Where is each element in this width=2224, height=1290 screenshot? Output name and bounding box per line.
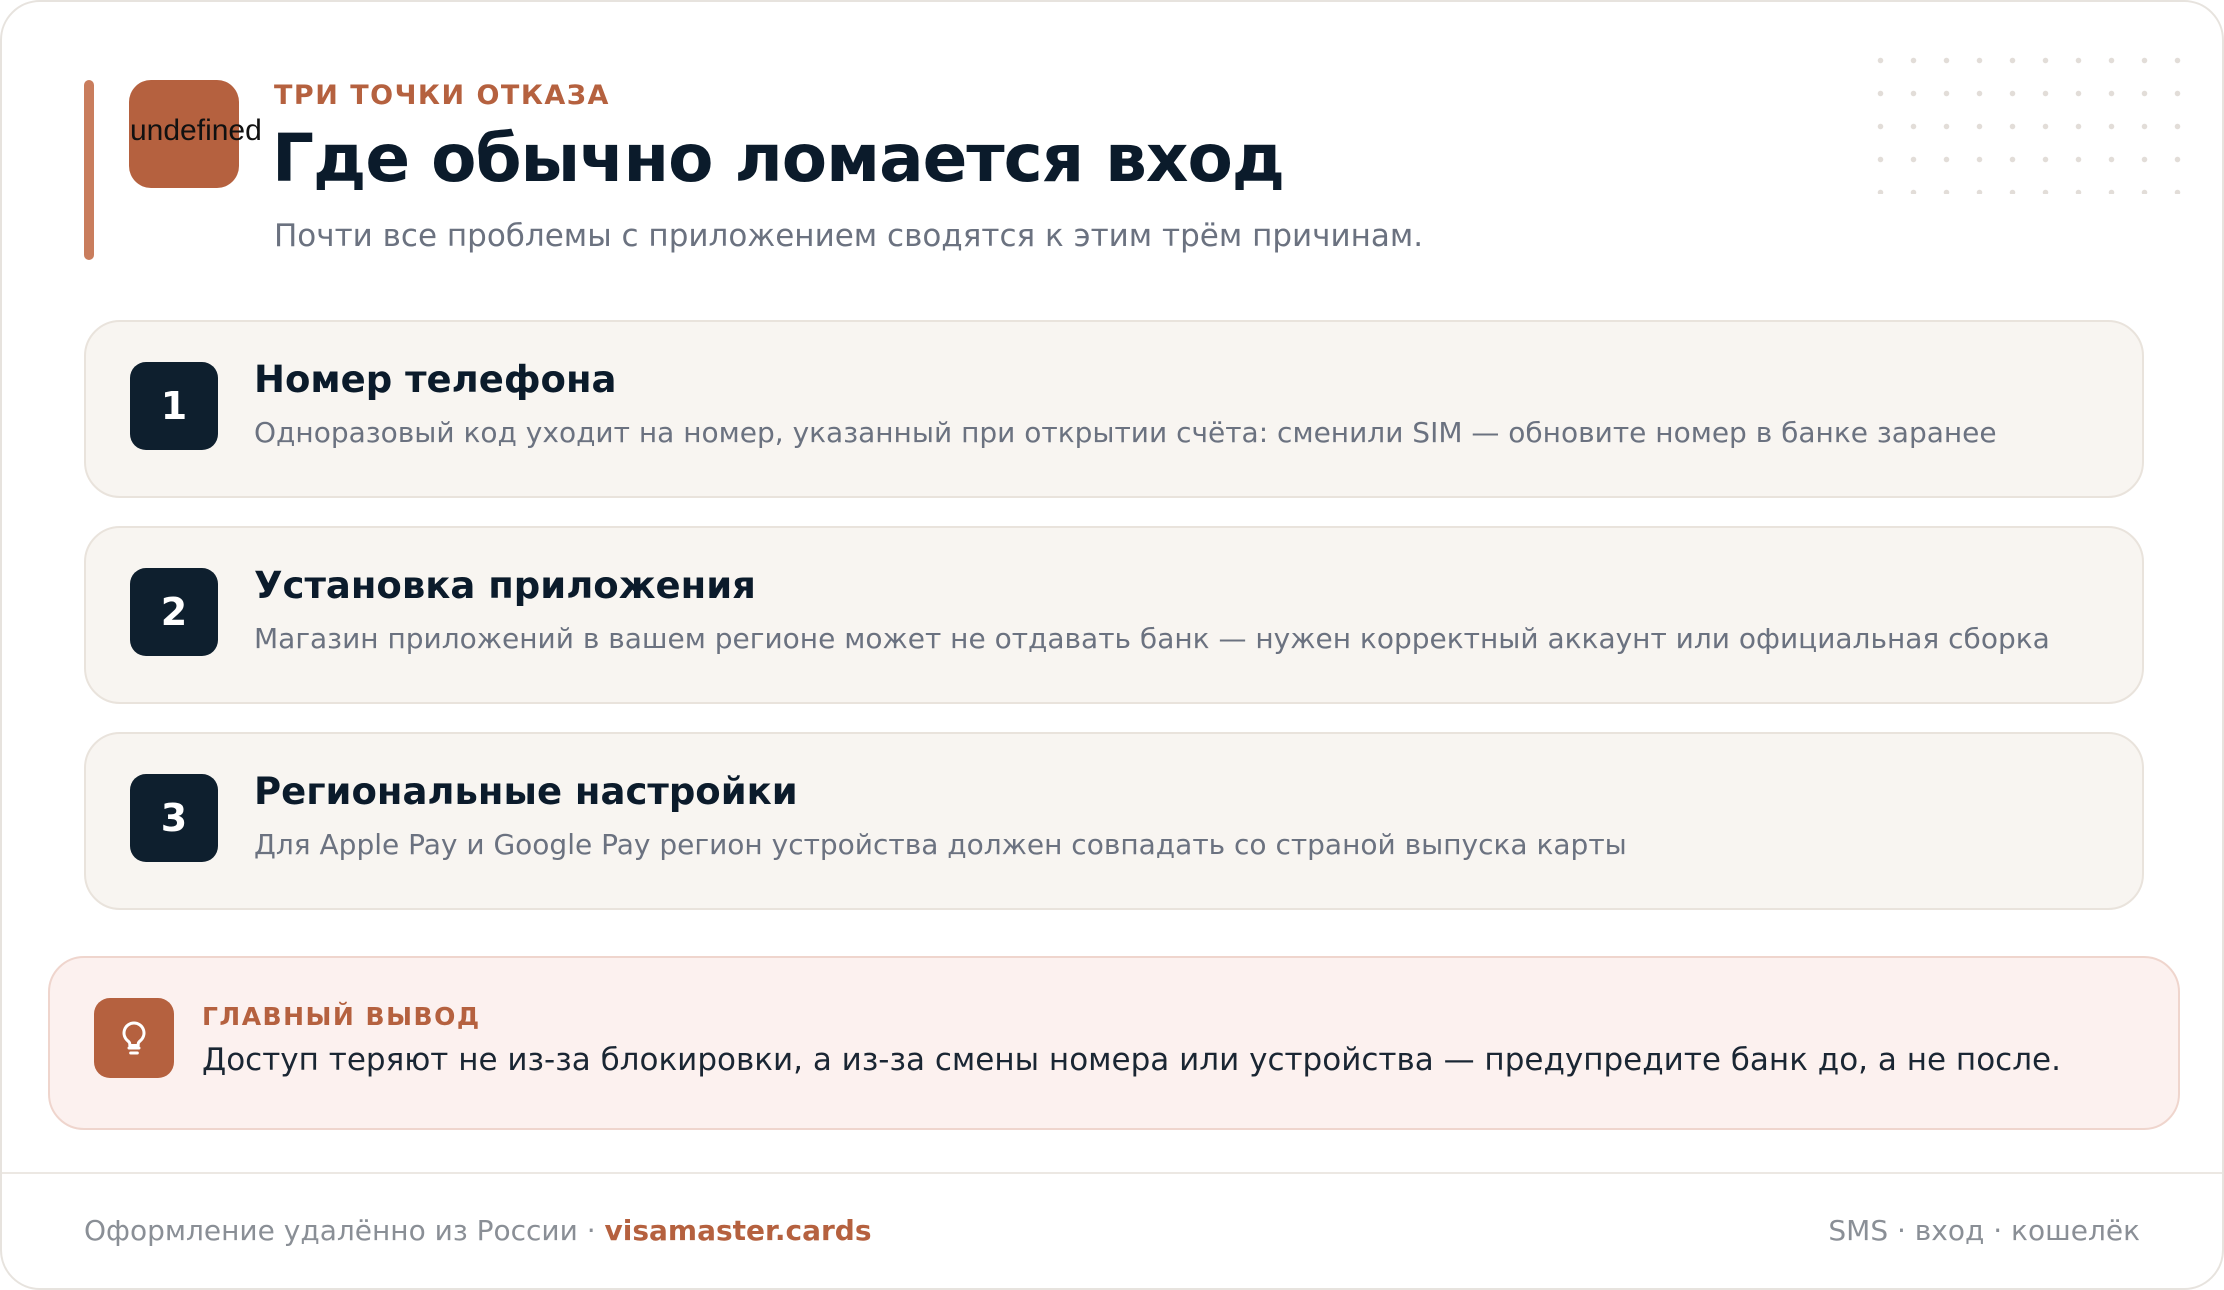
page-title: Где обычно ломается вход [272, 120, 1285, 197]
card-description: Магазин приложений в вашем регионе может… [254, 622, 2050, 655]
card-number-badge: 3 [130, 774, 218, 862]
eyebrow-label: ТРИ ТОЧКИ ОТКАЗА [274, 80, 610, 111]
card-description: Одноразовый код уходит на номер, указанн… [254, 416, 1997, 449]
conclusion-text: Доступ теряют не из-за блокировки, а из-… [202, 1042, 2061, 1078]
slide-frame: undefined ТРИ ТОЧКИ ОТКАЗА Где обычно ло… [0, 0, 2224, 1290]
conclusion-callout: ГЛАВНЫЙ ВЫВОД Доступ теряют не из-за бло… [48, 956, 2180, 1130]
card-number-badge: 1 [130, 362, 218, 450]
card-title: Региональные настройки [254, 770, 798, 813]
card-number-badge: 2 [130, 568, 218, 656]
card-title: Установка приложения [254, 564, 756, 607]
decorative-dot-grid [1864, 44, 2184, 194]
lightbulb-icon [94, 998, 174, 1078]
page-subtitle: Почти все проблемы с приложением сводятс… [274, 218, 1424, 254]
footer-site-link[interactable]: visamaster.cards [605, 1214, 872, 1247]
reason-card-phone: 1 Номер телефона Одноразовый код уходит … [84, 320, 2144, 498]
reason-card-region: 3 Региональные настройки Для Apple Pay и… [84, 732, 2144, 910]
header-icon-label: undefined [130, 114, 262, 147]
footer-tags: SMS · вход · кошелёк [1828, 1214, 2140, 1247]
reason-card-app-install: 2 Установка приложения Магазин приложени… [84, 526, 2144, 704]
footer-left: Оформление удалённо из России · visamast… [84, 1214, 872, 1247]
card-description: Для Apple Pay и Google Pay регион устрой… [254, 828, 1627, 861]
conclusion-label: ГЛАВНЫЙ ВЫВОД [202, 1002, 481, 1031]
header-accent-bar [84, 80, 94, 260]
footer-note: Оформление удалённо из России · [84, 1214, 605, 1247]
card-title: Номер телефона [254, 358, 617, 401]
footer-divider [2, 1172, 2222, 1174]
